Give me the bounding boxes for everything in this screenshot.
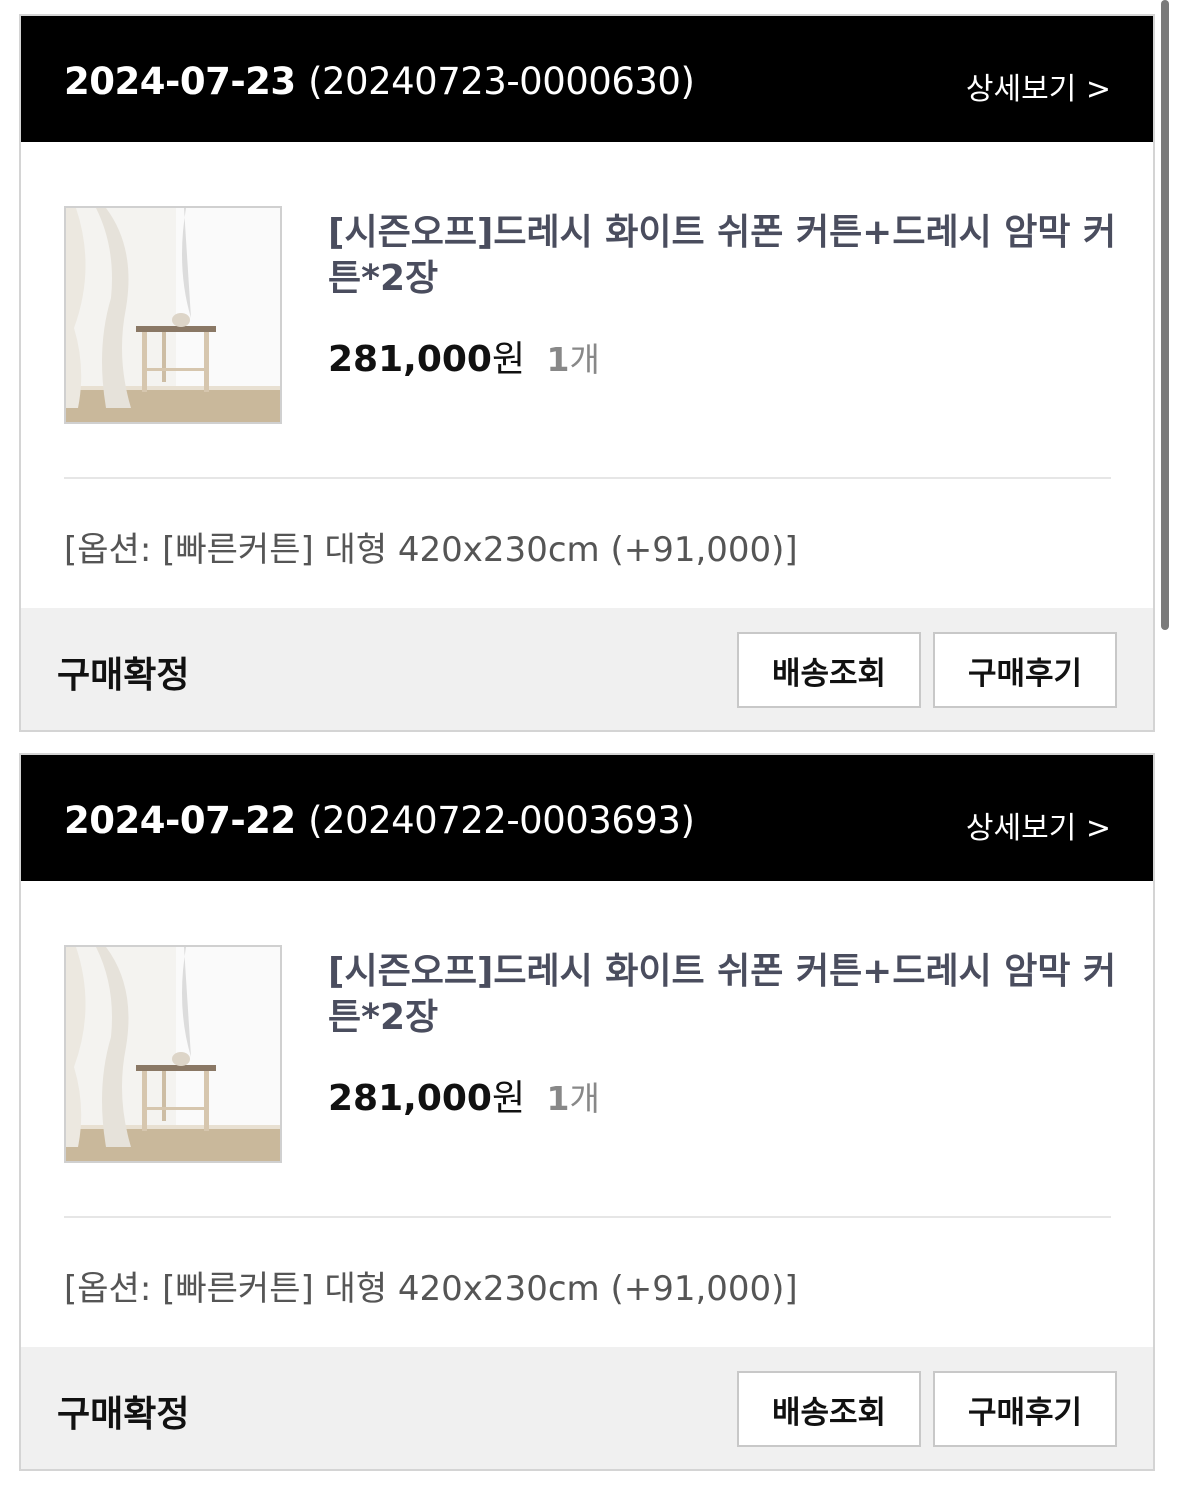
price-line: 281,000원 1개 [328,330,600,382]
product-name[interactable]: [시즌오프]드레시 화이트 쉬폰 커튼+드레시 암막 커튼*2장 [328,210,1128,302]
order-date: 2024-07-22 [64,799,296,842]
order-item: [시즌오프]드레시 화이트 쉬폰 커튼+드레시 암막 커튼*2장 281,000… [21,142,1153,608]
order-number: (20240723-0000630) [308,60,695,103]
write-review-button[interactable]: 구매후기 [933,1371,1117,1447]
product-price: 281,000 [328,1078,492,1119]
product-thumbnail[interactable] [64,206,282,424]
order-detail-link[interactable]: 상세보기 > [966,64,1111,108]
currency-unit: 원 [491,339,526,380]
order-card: 2024-07-23 (20240723-0000630) 상세보기 > [시즌… [19,14,1155,732]
quantity-unit: 개 [569,1079,600,1118]
order-status: 구매확정 [57,655,190,696]
product-thumbnail[interactable] [64,945,282,1163]
order-item: [시즌오프]드레시 화이트 쉬폰 커튼+드레시 암막 커튼*2장 281,000… [21,881,1153,1347]
quantity-number: 1 [546,1079,570,1118]
price-line: 281,000원 1개 [328,1069,600,1121]
write-review-button[interactable]: 구매후기 [933,632,1117,708]
order-header: 2024-07-23 (20240723-0000630) 상세보기 > [21,16,1153,142]
order-date-line: 2024-07-23 (20240723-0000630) [64,60,695,103]
order-footer: 구매확정 배송조회 구매후기 [21,608,1153,730]
product-quantity: 1개 [547,340,600,379]
order-header: 2024-07-22 (20240722-0003693) 상세보기 > [21,755,1153,881]
order-status: 구매확정 [57,1394,190,1435]
scrollbar[interactable] [1161,0,1169,630]
quantity-number: 1 [546,340,570,379]
track-delivery-button[interactable]: 배송조회 [737,632,921,708]
order-number: (20240722-0003693) [308,799,695,842]
product-price: 281,000 [328,339,492,380]
order-detail-link[interactable]: 상세보기 > [966,803,1111,847]
quantity-unit: 개 [569,340,600,379]
product-option: [옵션: [빠른커튼] 대형 420x230cm (+91,000)] [64,1269,798,1309]
order-date-line: 2024-07-22 (20240722-0003693) [64,799,695,842]
order-footer: 구매확정 배송조회 구매후기 [21,1347,1153,1469]
currency-unit: 원 [491,1078,526,1119]
divider [64,477,1111,479]
product-name[interactable]: [시즌오프]드레시 화이트 쉬폰 커튼+드레시 암막 커튼*2장 [328,949,1128,1041]
order-date: 2024-07-23 [64,60,296,103]
divider [64,1216,1111,1218]
order-card: 2024-07-22 (20240722-0003693) 상세보기 > [시즌… [19,753,1155,1471]
track-delivery-button[interactable]: 배송조회 [737,1371,921,1447]
product-option: [옵션: [빠른커튼] 대형 420x230cm (+91,000)] [64,530,798,570]
product-quantity: 1개 [547,1079,600,1118]
